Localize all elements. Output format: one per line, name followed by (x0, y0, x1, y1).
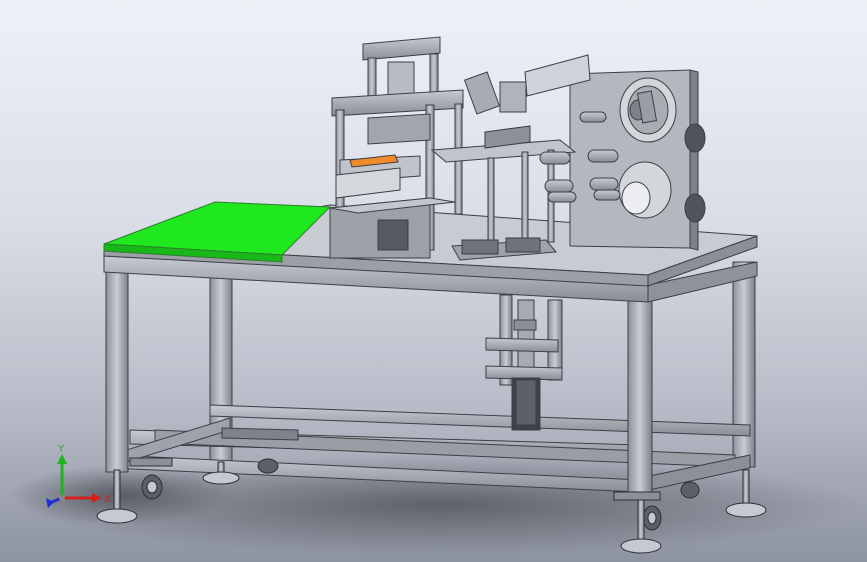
x-axis-arrow (92, 493, 102, 503)
z-axis-arrow (46, 498, 54, 508)
triad-origin (59, 495, 65, 501)
y-axis-label: Y (57, 444, 65, 455)
lower-lift-cylinder[interactable] (485, 294, 563, 431)
machine-assembly-model[interactable] (0, 0, 867, 562)
x-axis-label: X (104, 494, 111, 505)
cad-viewport[interactable]: Y X (0, 0, 867, 562)
coordinate-triad: Y X (46, 444, 111, 508)
y-axis-arrow (57, 454, 67, 464)
